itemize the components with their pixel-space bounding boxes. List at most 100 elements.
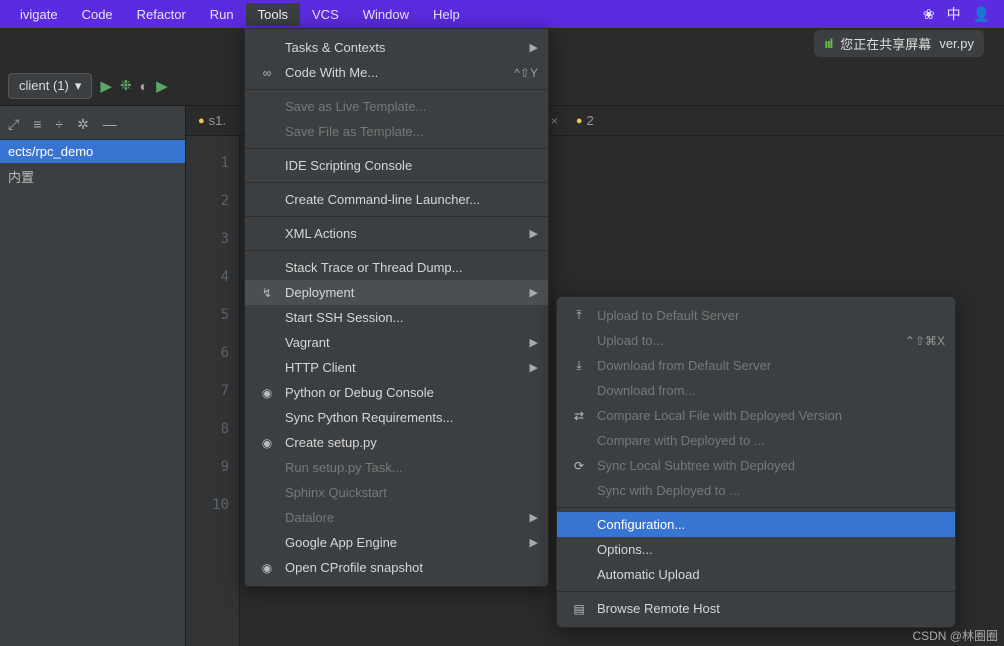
menu-item-label: Datalore xyxy=(285,510,334,525)
chevron-right-icon: ▶ xyxy=(530,41,538,54)
menu-item[interactable]: ∞ Code With Me... ^⇧Y xyxy=(245,60,548,85)
flower-icon[interactable]: ❀ xyxy=(923,6,935,23)
menu-item-label: Configuration... xyxy=(597,517,685,532)
run-with-icon[interactable]: ▶ xyxy=(156,77,168,95)
signal-icon: ııl xyxy=(824,36,832,51)
line-number: 1 xyxy=(186,144,229,182)
project-tree[interactable]: ects/rpc_demo内置 xyxy=(0,140,185,190)
menu-item-label: Tasks & Contexts xyxy=(285,40,385,55)
menu-item: Sync with Deployed to ... xyxy=(557,478,955,503)
menu-item[interactable]: Stack Trace or Thread Dump... xyxy=(245,255,548,280)
menu-item: ⇄Compare Local File with Deployed Versio… xyxy=(557,403,955,428)
chevron-right-icon: ▶ xyxy=(530,361,538,374)
separator xyxy=(245,89,548,90)
close-icon[interactable]: × xyxy=(551,114,558,128)
menu-ivigate[interactable]: ivigate xyxy=(8,3,70,26)
collapse-icon[interactable]: — xyxy=(103,116,117,133)
menu-vcs[interactable]: VCS xyxy=(300,3,351,26)
menu-tools[interactable]: Tools xyxy=(246,3,300,26)
menu-item[interactable]: ◉Python or Debug Console xyxy=(245,380,548,405)
python-icon: ◉ xyxy=(259,436,275,450)
menu-item-label: Python or Debug Console xyxy=(285,385,434,400)
menu-item-label: Sync Python Requirements... xyxy=(285,410,453,425)
separator xyxy=(245,250,548,251)
menu-item[interactable]: Vagrant▶ xyxy=(245,330,548,355)
menu-item-label: HTTP Client xyxy=(285,360,356,375)
menu-item[interactable]: ▤Browse Remote Host xyxy=(557,596,955,621)
python-icon: ◉ xyxy=(259,561,275,575)
gear-icon[interactable]: ✲ xyxy=(77,116,89,133)
menu-item[interactable]: ◉ Open CProfile snapshot xyxy=(245,555,548,580)
menu-refactor[interactable]: Refactor xyxy=(125,3,198,26)
menu-item-label: Save File as Template... xyxy=(285,124,424,139)
tool-icon[interactable]: ÷ xyxy=(55,116,63,133)
menu-help[interactable]: Help xyxy=(421,3,472,26)
tree-item[interactable]: ects/rpc_demo xyxy=(0,140,185,163)
tool-icon[interactable]: ⤢ xyxy=(8,116,19,133)
run-config-selector[interactable]: client (1) ▾ xyxy=(8,73,92,99)
menu-item[interactable]: Sync Python Requirements... xyxy=(245,405,548,430)
line-number: 8 xyxy=(186,410,229,448)
menu-item-label: IDE Scripting Console xyxy=(285,158,412,173)
menu-item-label: Automatic Upload xyxy=(597,567,700,582)
menu-item-label: Options... xyxy=(597,542,653,557)
menu-item-label: Upload to Default Server xyxy=(597,308,739,323)
menu-item[interactable]: Options... xyxy=(557,537,955,562)
deployment-submenu: ⤒Upload to Default ServerUpload to...⌃⇧⌘… xyxy=(556,296,956,628)
ime-icon[interactable]: 中 xyxy=(947,4,961,24)
menu-item: Upload to...⌃⇧⌘X xyxy=(557,328,955,353)
coverage-icon[interactable]: ◐ xyxy=(140,78,148,94)
menu-item: Sphinx Quickstart xyxy=(245,480,548,505)
menu-item: Download from... xyxy=(557,378,955,403)
line-number: 3 xyxy=(186,220,229,258)
menu-item-label: Vagrant xyxy=(285,335,330,350)
tab-label: 2 xyxy=(587,113,594,128)
menu-item[interactable]: Tasks & Contexts ▶ xyxy=(245,35,548,60)
project-sidebar: ⤢ ≡ ÷ ✲ — ects/rpc_demo内置 xyxy=(0,106,186,646)
file-tab[interactable]: ●2 xyxy=(570,109,600,132)
file-tab[interactable]: ●s1. xyxy=(192,109,232,132)
menu-item-label: Sphinx Quickstart xyxy=(285,485,387,500)
menu-item[interactable]: Start SSH Session... xyxy=(245,305,548,330)
menu-item[interactable]: XML Actions▶ xyxy=(245,221,548,246)
menu-item[interactable]: ↯Deployment▶ xyxy=(245,280,548,305)
chevron-right-icon: ▶ xyxy=(530,227,538,240)
menu-item[interactable]: ◉Create setup.py xyxy=(245,430,548,455)
shortcut: ⌃⇧⌘X xyxy=(905,334,945,348)
tree-item[interactable]: 内置 xyxy=(0,163,185,190)
chevron-down-icon: ▾ xyxy=(75,78,82,94)
menu-item: Datalore▶ xyxy=(245,505,548,530)
menu-item[interactable]: Google App Engine▶ xyxy=(245,530,548,555)
menu-item-label: Compare Local File with Deployed Version xyxy=(597,408,842,423)
user-icon[interactable]: 👤 xyxy=(973,6,990,23)
menu-item: ⤓Download from Default Server xyxy=(557,353,955,378)
shortcut: ^⇧Y xyxy=(514,66,538,80)
separator xyxy=(557,591,955,592)
separator xyxy=(557,507,955,508)
menu-item[interactable]: HTTP Client ▶ xyxy=(245,355,548,380)
menu-item-label: Stack Trace or Thread Dump... xyxy=(285,260,463,275)
menu-item-label: Deployment xyxy=(285,285,354,300)
python-file-icon: ● xyxy=(198,115,205,127)
people-icon: ∞ xyxy=(259,66,275,80)
menu-item: ⤒Upload to Default Server xyxy=(557,303,955,328)
menu-item-label: Open CProfile snapshot xyxy=(285,560,423,575)
watermark: CSDN @林圈圈 xyxy=(912,627,998,644)
menu-run[interactable]: Run xyxy=(198,3,246,26)
menu-item[interactable]: Create Command-line Launcher... xyxy=(245,187,548,212)
menu-window[interactable]: Window xyxy=(351,3,421,26)
menu-item[interactable]: IDE Scripting Console xyxy=(245,153,548,178)
menu-item[interactable]: Automatic Upload xyxy=(557,562,955,587)
download-icon: ⤓ xyxy=(571,358,587,373)
menu-item: Save File as Template... xyxy=(245,119,548,144)
menu-item[interactable]: Configuration... xyxy=(557,512,955,537)
menu-item-label: Code With Me... xyxy=(285,65,378,80)
menu-code[interactable]: Code xyxy=(70,3,125,26)
menu-item-label: Create Command-line Launcher... xyxy=(285,192,480,207)
debug-icon[interactable]: ❉ xyxy=(120,77,132,94)
python-file-icon: ● xyxy=(576,115,583,127)
run-icon[interactable]: ▶ xyxy=(100,77,112,95)
tool-icon[interactable]: ≡ xyxy=(33,116,41,133)
line-number: 10 xyxy=(186,486,229,524)
menu-item-label: Sync with Deployed to ... xyxy=(597,483,740,498)
